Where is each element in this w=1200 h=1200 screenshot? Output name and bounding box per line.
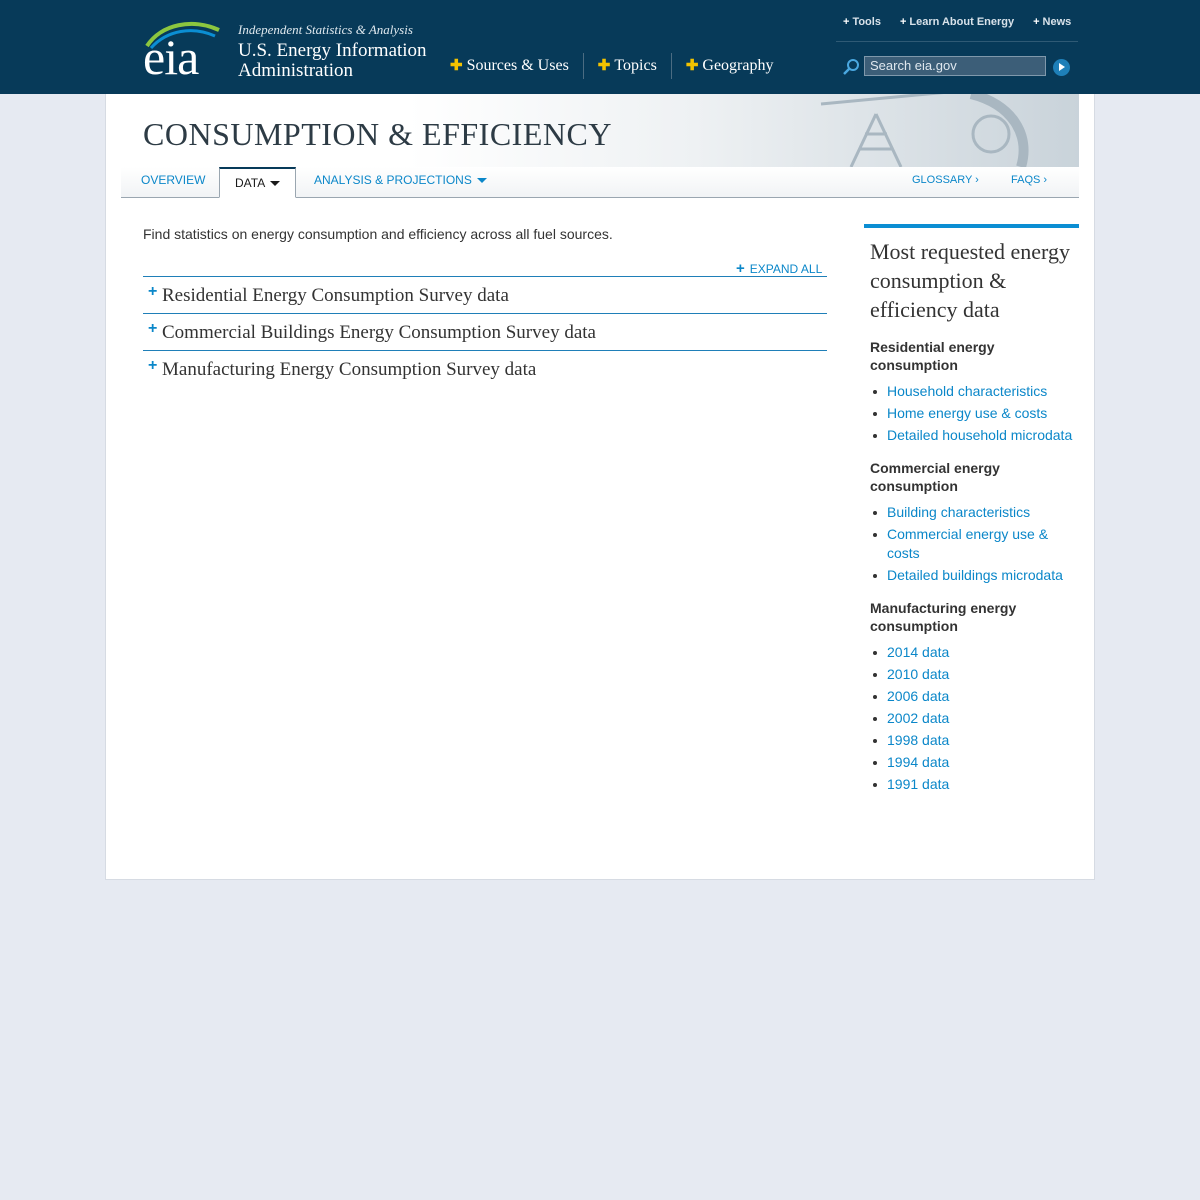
search-submit-button[interactable] [1053,59,1070,76]
page-title: CONSUMPTION & EFFICIENCY [143,116,612,152]
tab-overview[interactable]: OVERVIEW [141,167,205,198]
plus-icon: + [148,357,158,374]
sidebar-link-list: Household characteristics Home energy us… [870,382,1073,445]
utility-nav: + Tools + Learn About Energy + News [836,16,1078,42]
sidebar-section-heading: Residential energy consumption [870,339,995,373]
accordion-title: Residential Energy Consumption Survey da… [162,285,509,306]
plus-icon: + [899,16,907,28]
plus-icon: + [736,260,745,277]
pumpjack-image [820,94,1029,167]
sidebar-section-heading: Manufacturing energy consumption [870,600,1017,634]
plus-icon: + [148,320,158,337]
page-container: CONSUMPTION & EFFICIENCY OVERVIEW DATA A… [105,94,1095,880]
accordion-item[interactable]: + Residential Energy Consumption Survey … [143,276,827,313]
sidebar-link-list: Building characteristics Commercial ener… [870,503,1073,585]
expand-all-label: EXPAND ALL [749,262,823,276]
sidebar-title: Most requested energy consumption & effi… [870,239,1070,322]
site-header: eia Independent Statistics & Analysis U.… [0,0,1200,94]
sidebar-link[interactable]: 1991 data [870,775,1073,794]
accordion-item[interactable]: + Manufacturing Energy Consumption Surve… [143,350,827,387]
main-nav: ✚ Sources & Uses ✚ Topics ✚ Geography [448,53,787,79]
tab-label: OVERVIEW [141,173,206,187]
tab-data[interactable]: DATA [219,167,297,198]
sub-navigation: OVERVIEW DATA ANALYSIS & PROJECTIONS GLO… [121,167,1079,198]
plus-icon: ✚ [685,57,699,74]
tab-analysis-projections[interactable]: ANALYSIS & PROJECTIONS [314,167,487,198]
caret-down-icon [270,181,281,187]
nav-sources-uses[interactable]: ✚ Sources & Uses [448,53,584,79]
sidebar-link[interactable]: Building characteristics [870,503,1073,522]
nav-label: Geography [702,57,774,74]
sidebar-link[interactable]: Commercial energy use & costs [870,525,1073,563]
utility-learn[interactable]: + Learn About Energy [900,16,1014,41]
utility-label: Tools [852,16,881,28]
sidebar-link-list: 2014 data 2010 data 2006 data 2002 data … [870,643,1073,794]
sidebar-link[interactable]: 2002 data [870,709,1073,728]
caret-down-icon [476,178,487,184]
plus-icon: ✚ [450,57,463,74]
logo-wordmark: eia [143,29,199,85]
intro-text: Find statistics on energy consumption an… [143,226,613,242]
plus-icon: + [148,283,158,300]
agency-name[interactable]: U.S. Energy Information Administration [238,41,438,81]
search-input[interactable]: Search eia.gov [864,56,1046,76]
sidebar-link[interactable]: Home energy use & costs [870,404,1073,423]
sidebar-link[interactable]: Detailed buildings microdata [870,566,1073,585]
glossary-link[interactable]: GLOSSARY › [912,174,979,186]
sidebar-section-heading: Commercial energy consumption [870,460,1000,494]
accordion-item[interactable]: + Commercial Buildings Energy Consumptio… [143,313,827,350]
nav-geography[interactable]: ✚ Geography [672,53,788,79]
nav-label: Sources & Uses [466,57,569,74]
tab-label: ANALYSIS & PROJECTIONS [314,173,472,187]
faqs-link[interactable]: FAQS › [1011,174,1047,186]
accordion-title: Manufacturing Energy Consumption Survey … [162,359,537,380]
utility-label: Learn About Energy [909,16,1015,28]
sidebar-most-requested: Most requested energy consumption & effi… [864,224,1079,797]
accordion-title: Commercial Buildings Energy Consumption … [162,322,596,343]
sidebar-link[interactable]: 2014 data [870,643,1073,662]
tab-label: DATA [235,176,266,190]
sidebar-link[interactable]: 2006 data [870,687,1073,706]
sidebar-link[interactable]: Household characteristics [870,382,1073,401]
page-banner: CONSUMPTION & EFFICIENCY [121,94,1079,167]
plus-icon: + [1033,16,1040,28]
nav-topics[interactable]: ✚ Topics [584,53,672,79]
plus-icon: + [843,16,850,28]
sidebar-link[interactable]: Detailed household microdata [870,426,1073,445]
sidebar-link[interactable]: 1998 data [870,731,1073,750]
nav-label: Topics [614,57,657,74]
plus-icon: ✚ [597,57,611,74]
utility-news[interactable]: + News [1033,16,1071,41]
expand-all-button[interactable]: + EXPAND ALL [736,260,827,277]
utility-label: News [1042,16,1072,28]
tagline: Independent Statistics & Analysis [238,22,413,37]
search-icon [843,59,859,75]
eia-logo[interactable]: eia [143,20,223,85]
utility-tools[interactable]: + Tools [843,16,881,41]
sidebar-link[interactable]: 2010 data [870,665,1073,684]
sidebar-link[interactable]: 1994 data [870,753,1073,772]
